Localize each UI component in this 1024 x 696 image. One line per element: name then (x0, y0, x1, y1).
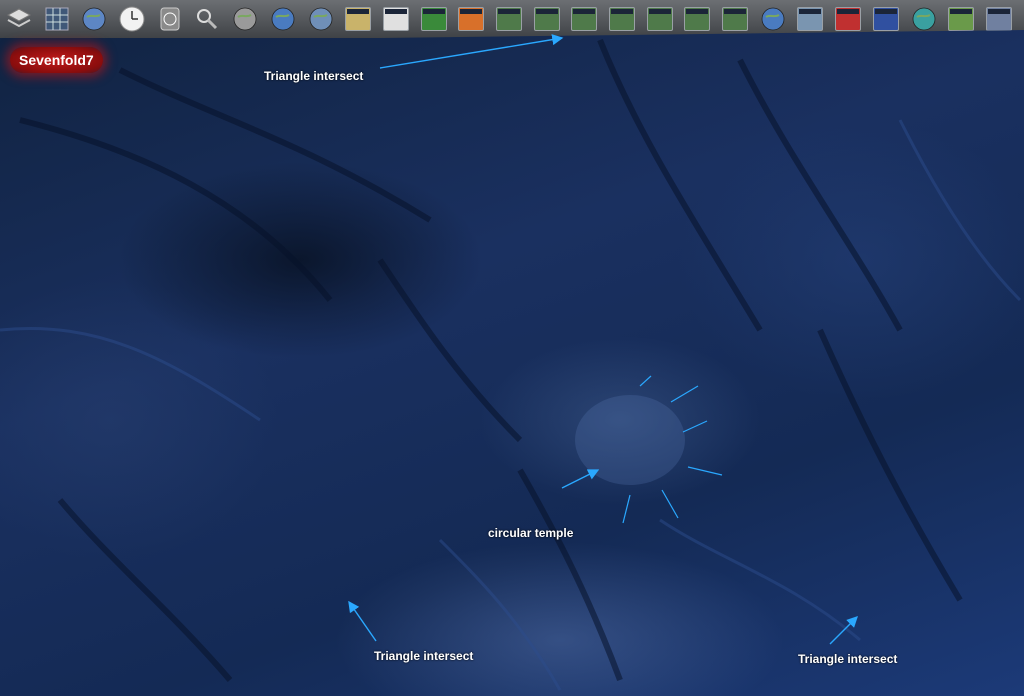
tools-icon (985, 7, 1012, 31)
toolbar-button-moon[interactable] (230, 5, 260, 33)
toolbar-button-landsat3[interactable] (569, 5, 599, 33)
clock-icon (119, 6, 145, 32)
toolbar-button-wms[interactable] (419, 5, 449, 33)
imagery-thumbnail-icon (571, 7, 598, 31)
annotation-bottom-left: Triangle intersect (374, 649, 474, 663)
earth-icon (270, 6, 296, 32)
toolbar-button-flags1[interactable] (833, 5, 863, 33)
toolbar-button-clock[interactable] (117, 5, 147, 33)
toolbar-button-satellite[interactable] (343, 5, 373, 33)
earth-icon (760, 6, 786, 32)
compass-icon (159, 6, 181, 32)
toolbar-button-weather[interactable] (456, 5, 486, 33)
toolbar-button-landsat4[interactable] (607, 5, 637, 33)
toolbar-button-usgs[interactable] (795, 5, 825, 33)
layers-icon (6, 6, 32, 32)
toolbar-button-landsat7[interactable] (720, 5, 750, 33)
topo-map-icon (797, 7, 824, 31)
weather-map-icon (458, 7, 485, 31)
annotation-center: circular temple (488, 526, 574, 540)
toolbar-button-tools[interactable] (984, 5, 1014, 33)
toolbar-button-landsat5[interactable] (645, 5, 675, 33)
toolbar-button-modis[interactable] (381, 5, 411, 33)
toolbar-button-globe3[interactable] (758, 5, 788, 33)
moon-icon (232, 6, 258, 32)
globe-icon (308, 6, 334, 32)
terrain-texture (0, 38, 1022, 691)
magnifier-icon (194, 6, 220, 32)
toolbar-button-compass[interactable] (155, 5, 185, 33)
wms-icon (420, 7, 447, 31)
us-map-icon (948, 7, 975, 31)
toolbar-button-globe2[interactable] (306, 5, 336, 33)
toolbar-button-search[interactable] (192, 5, 222, 33)
country-flags-icon (872, 7, 899, 31)
imagery-thumbnail-icon (646, 7, 673, 31)
imagery-thumbnail-icon (533, 7, 560, 31)
world-flags-icon (835, 7, 862, 31)
annotation-bottom-right: Triangle intersect (798, 652, 898, 666)
satellite-icon (345, 7, 372, 31)
toolbar-button-community[interactable] (909, 5, 939, 33)
toolbar-button-landsat6[interactable] (682, 5, 712, 33)
toolbar-button-globe-grid[interactable] (79, 5, 109, 33)
annotation-top: Triangle intersect (264, 69, 364, 83)
imagery-thumbnail-icon (684, 7, 711, 31)
latlon-grid-icon (44, 6, 70, 32)
toolbar-button-usmap[interactable] (946, 5, 976, 33)
toolbar-button-landsat1[interactable] (494, 5, 524, 33)
globe-grid-icon (81, 6, 107, 32)
toolbar-button-flags2[interactable] (871, 5, 901, 33)
toolbar-button-layers[interactable] (4, 5, 34, 33)
imagery-thumbnail-icon (495, 7, 522, 31)
toolbar-button-earth[interactable] (268, 5, 298, 33)
toolbar-button-grid[interactable] (42, 5, 72, 33)
imagery-thumbnail-icon (722, 7, 749, 31)
imagery-thumbnail-icon (609, 7, 635, 31)
modis-icon (382, 7, 409, 31)
community-globe-icon (911, 6, 937, 32)
username-badge: Sevenfold7 (10, 47, 103, 73)
username-label: Sevenfold7 (19, 52, 94, 68)
toolbar-button-landsat2[interactable] (532, 5, 562, 33)
